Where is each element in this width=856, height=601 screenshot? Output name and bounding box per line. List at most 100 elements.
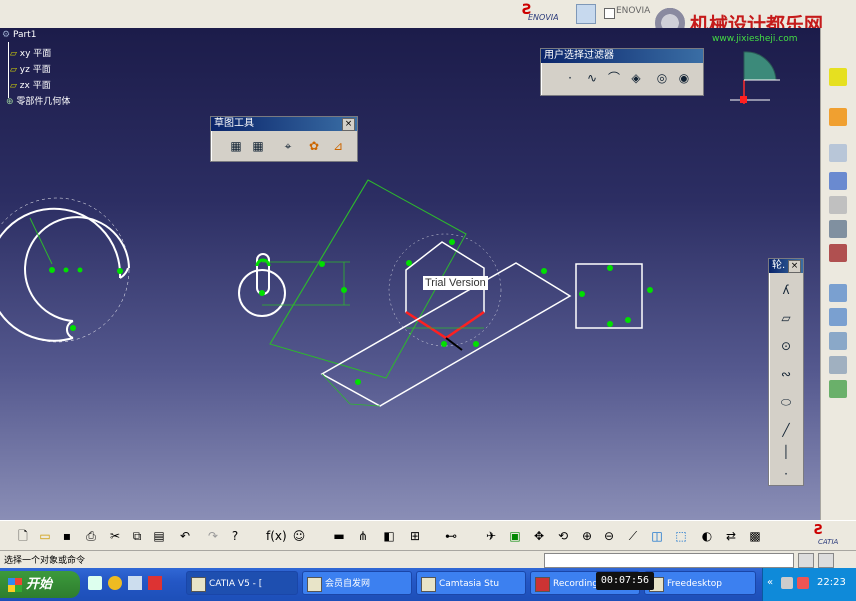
point-filter-icon[interactable]: · xyxy=(561,69,579,87)
grid-icon[interactable]: ▦ xyxy=(227,137,245,155)
normal-view-icon[interactable] xyxy=(829,172,847,190)
chamfer-icon[interactable] xyxy=(829,308,847,326)
select-icon[interactable] xyxy=(829,108,847,126)
surface-filter-icon[interactable]: ⌒ xyxy=(605,69,623,87)
task-freedesktop[interactable]: Freedesktop xyxy=(644,571,756,595)
enovia-checkbox[interactable] xyxy=(604,8,615,19)
normal-view-icon[interactable]: ⟋ xyxy=(624,527,642,545)
snap-to-point-icon[interactable]: ▦ xyxy=(249,137,267,155)
geometry-filter-icon[interactable]: ◉ xyxy=(675,69,693,87)
clock[interactable]: 22:23 xyxy=(817,577,846,588)
fit-all-icon[interactable]: ▣ xyxy=(506,527,524,545)
volume-filter-icon[interactable]: ◈ xyxy=(627,69,645,87)
constraint-icon[interactable] xyxy=(829,220,847,238)
exit-workbench-icon[interactable] xyxy=(829,68,847,86)
construction-element-icon[interactable]: ⌖ xyxy=(279,137,297,155)
c-ring-profile[interactable] xyxy=(0,197,130,343)
tree-root[interactable]: ⚙ Part1 xyxy=(2,30,36,40)
sketch-tools-toolbar[interactable]: 草图工具 × ▦ ▦ ⌖ ✿ ⊿ xyxy=(210,116,358,162)
corner-icon[interactable] xyxy=(829,284,847,302)
spline-icon[interactable]: ∾ xyxy=(777,365,795,383)
hexagon-profile[interactable] xyxy=(388,233,502,351)
enovia-logo: Ƨ ENOVIA xyxy=(522,2,559,22)
zoom-in-icon[interactable]: ⊕ xyxy=(578,527,596,545)
shield-icon[interactable] xyxy=(88,576,102,590)
redo-icon[interactable]: ↷ xyxy=(204,527,222,545)
geometric-constraints-icon[interactable]: ✿ xyxy=(305,137,323,155)
body-icon: ⊕ xyxy=(6,97,17,107)
pan-icon[interactable]: ✥ xyxy=(530,527,548,545)
command-input[interactable] xyxy=(544,553,794,568)
undo-icon[interactable]: ↶ xyxy=(176,527,194,545)
multi-view-icon[interactable]: ◫ xyxy=(648,527,666,545)
media-icon[interactable] xyxy=(128,576,142,590)
tree-item-body[interactable]: ⊕ 零部件几何体 xyxy=(6,94,70,107)
rotate-icon[interactable]: ⟲ xyxy=(554,527,572,545)
curve-filter-icon[interactable]: ∿ xyxy=(583,69,601,87)
compass-icon[interactable] xyxy=(730,51,780,104)
mirror-icon[interactable] xyxy=(829,356,847,374)
sketch-canvas[interactable] xyxy=(0,28,820,520)
material-icon[interactable]: ◧ xyxy=(380,527,398,545)
cut-icon[interactable]: ✂ xyxy=(106,527,124,545)
ellipse-icon[interactable]: ⬭ xyxy=(777,393,795,411)
swap-space-icon[interactable]: ⇄ xyxy=(722,527,740,545)
measure-icon[interactable]: ⊞ xyxy=(406,527,424,545)
save-icon[interactable]: ▪ xyxy=(58,527,76,545)
task-camtasia[interactable]: Camtasia Stu xyxy=(416,571,526,595)
whats-this-icon[interactable]: ? xyxy=(226,527,244,545)
iso-view-icon[interactable]: ⬚ xyxy=(672,527,690,545)
trim-icon[interactable] xyxy=(829,332,847,350)
square-profile[interactable] xyxy=(575,263,653,329)
line-icon[interactable]: ╱ xyxy=(777,421,795,439)
enovia-checkbox-label: ENOVIA xyxy=(616,6,651,16)
tree-item-yz-plane[interactable]: ▱ yz 平面 xyxy=(10,62,51,75)
axis-icon[interactable]: │ xyxy=(777,443,795,461)
close-icon[interactable]: × xyxy=(342,118,355,131)
catalog-icon[interactable]: ▬ xyxy=(330,527,348,545)
tree-item-xy-plane[interactable]: ▱ xy 平面 xyxy=(10,46,51,59)
project-3d-icon[interactable] xyxy=(829,380,847,398)
paste-icon[interactable]: ▤ xyxy=(150,527,168,545)
command-scroll-icon[interactable] xyxy=(798,553,814,568)
profile-icon[interactable]: ʎ xyxy=(777,281,795,299)
feature-filter-icon[interactable]: ◎ xyxy=(653,69,671,87)
task-member[interactable]: 会员自发网 xyxy=(302,571,412,595)
task-catia[interactable]: CATIA V5 - [ xyxy=(186,571,298,595)
analysis-icon[interactable]: ⊷ xyxy=(442,527,460,545)
new-icon[interactable]: 🗋 xyxy=(14,527,32,545)
plane-icon: ▱ xyxy=(10,49,20,59)
render-style-icon[interactable]: ▩ xyxy=(746,527,764,545)
hide-show-icon[interactable]: ◐ xyxy=(698,527,716,545)
ie-icon[interactable] xyxy=(108,576,122,590)
formula-icon[interactable]: f(x) xyxy=(266,527,287,545)
close-icon[interactable]: × xyxy=(788,260,801,273)
tree-icon[interactable]: ⋔ xyxy=(354,527,372,545)
user-selection-filter-toolbar[interactable]: 用户选择过滤器 · ∿ ⌒ ◈ ◎ ◉ xyxy=(540,48,704,96)
app-icon[interactable] xyxy=(148,576,162,590)
tray-arrow-icon[interactable]: « xyxy=(767,577,773,588)
network-icon[interactable] xyxy=(797,577,809,589)
tool-icon[interactable] xyxy=(576,4,596,24)
open-icon[interactable]: ▭ xyxy=(36,527,54,545)
volume-icon[interactable] xyxy=(781,577,793,589)
cut-part-icon[interactable] xyxy=(829,196,847,214)
tree-item-zx-plane[interactable]: ▱ zx 平面 xyxy=(10,78,51,91)
print-icon[interactable]: ⎙ xyxy=(82,527,100,545)
profile-toolbar[interactable]: 轮. × ʎ ▱ ⊙ ∾ ⬭ ╱ │ · xyxy=(768,258,804,486)
copy-icon[interactable]: ⧉ xyxy=(128,527,146,545)
sketch-icon[interactable] xyxy=(829,144,847,162)
zoom-out-icon[interactable]: ⊖ xyxy=(600,527,618,545)
circle-icon[interactable]: ⊙ xyxy=(777,337,795,355)
point-icon[interactable]: · xyxy=(777,465,795,483)
knowledge-icon[interactable]: ☺ xyxy=(290,527,308,545)
dimensional-constraints-icon[interactable]: ⊿ xyxy=(329,137,347,155)
start-button[interactable]: 开始 xyxy=(0,571,80,598)
sketch-viewport[interactable]: ⚙ Part1 ▱ xy 平面 ▱ yz 平面 ▱ zx 平面 ⊕ 零部件几何体… xyxy=(0,28,820,520)
keyhole-profile[interactable] xyxy=(238,253,350,317)
constraint-defined-icon[interactable] xyxy=(829,244,847,262)
spec-tree[interactable]: ⚙ Part1 ▱ xy 平面 ▱ yz 平面 ▱ zx 平面 ⊕ 零部件几何体 xyxy=(2,30,102,110)
fly-icon[interactable]: ✈ xyxy=(482,527,500,545)
rectangle-icon[interactable]: ▱ xyxy=(777,309,795,327)
command-clear-icon[interactable] xyxy=(818,553,834,568)
